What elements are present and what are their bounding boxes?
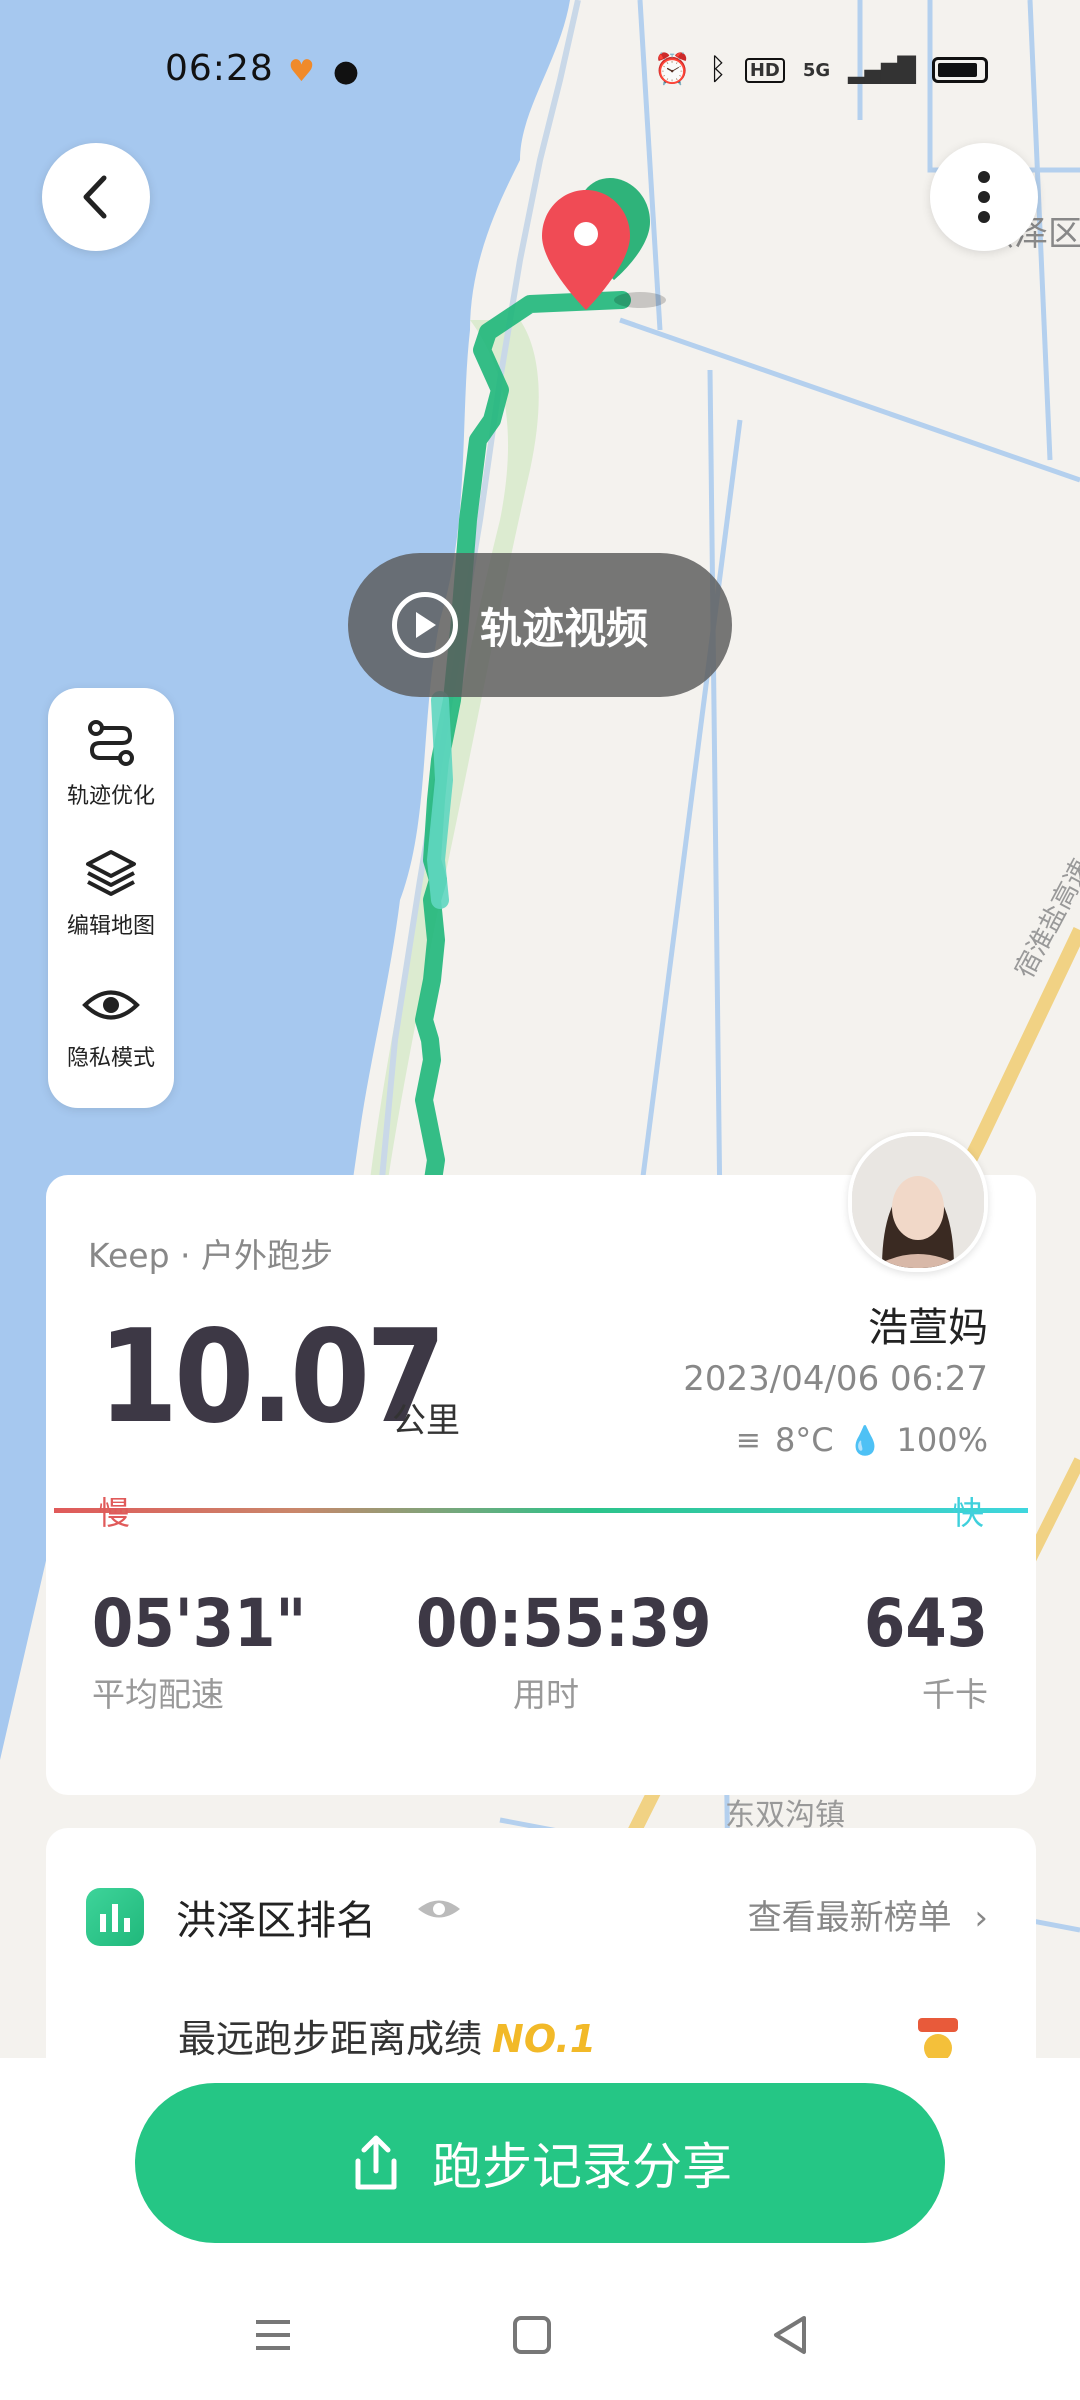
humidity: 100%: [896, 1421, 988, 1459]
ranking-link-label: 查看最新榜单: [747, 1898, 952, 1938]
stat-value: 00:55:39: [416, 1585, 712, 1662]
tool-edit-map[interactable]: 编辑地图: [48, 846, 174, 940]
health-icon: ♥: [288, 54, 315, 89]
back-button[interactable]: [42, 143, 150, 251]
more-vertical-icon: [978, 171, 990, 223]
battery-icon: [932, 57, 988, 83]
fast-label: 快: [951, 1494, 984, 1532]
layers-icon: [86, 850, 136, 896]
bluetooth-icon: ᛒ: [708, 52, 727, 87]
run-summary-card: Keep · 户外跑步 10.07 公里 浩萱妈 2023/04/06 06:2…: [46, 1175, 1036, 1795]
ranking-card[interactable]: 洪泽区排名 查看最新榜单 › 最远跑步距离成绩 NO.1: [46, 1828, 1036, 2088]
track-video-button[interactable]: 轨迹视频: [348, 553, 732, 697]
stat-duration: 00:55:39 用时: [416, 1585, 712, 1716]
track-video-label: 轨迹视频: [480, 603, 649, 653]
home-icon[interactable]: [507, 2310, 557, 2360]
fog-icon: ≡: [735, 1422, 761, 1458]
record-badge: NO.1: [492, 2017, 597, 2061]
alarm-icon: ⏰: [653, 52, 691, 87]
medal-icon: [918, 2018, 958, 2058]
avatar[interactable]: [848, 1132, 988, 1272]
more-options-button[interactable]: [930, 143, 1038, 251]
play-icon: [392, 592, 458, 658]
stat-avg-pace: 05'31" 平均配速: [92, 1585, 306, 1716]
share-run-button[interactable]: 跑步记录分享: [135, 2083, 945, 2243]
run-datetime: 2023/04/06 06:27: [683, 1359, 988, 1399]
view-latest-ranking-link[interactable]: 查看最新榜单 ›: [748, 1890, 988, 1939]
signal-icon: 5G: [802, 59, 831, 81]
map-toolbox: 轨迹优化 编辑地图 隐私模式: [48, 688, 174, 1108]
ranking-title: 洪泽区排名: [176, 1898, 376, 1944]
slow-label: 慢: [98, 1494, 131, 1532]
share-icon: [355, 2135, 397, 2190]
eye-icon: [82, 990, 140, 1020]
hd-icon: HD: [744, 57, 785, 83]
share-button-label: 跑步记录分享: [432, 2138, 732, 2196]
temperature: 8°C: [774, 1421, 834, 1459]
tool-label: 编辑地图: [66, 914, 155, 939]
chevron-right-icon: ›: [974, 1898, 988, 1938]
system-nav-bar: [0, 2290, 1080, 2380]
tool-privacy-mode[interactable]: 隐私模式: [48, 978, 174, 1072]
tool-label: 轨迹优化: [66, 784, 155, 809]
status-bar: 06:28 ♥ ● ⏰ ᛒ HD 5G ▂▄▆█: [0, 40, 1080, 100]
menu-icon[interactable]: [248, 2310, 298, 2360]
wechat-icon: ●: [332, 54, 360, 89]
distance-unit: 公里: [392, 1401, 460, 1441]
record-text: 最远跑步距离成绩: [178, 2017, 483, 2061]
signal-bars-icon: ▂▄▆█: [848, 56, 916, 84]
chevron-left-icon: [83, 175, 107, 219]
stat-label: 用时: [513, 1675, 579, 1714]
pace-gradient-bar: [54, 1508, 1028, 1513]
distance-value: 10.07: [98, 1303, 446, 1452]
tool-route-optimize[interactable]: 轨迹优化: [48, 716, 174, 810]
avatar-image: [852, 1136, 984, 1268]
weather-info: ≡ 8°C 💧 100%: [736, 1421, 988, 1459]
stat-value: 643: [864, 1585, 988, 1662]
stat-label: 平均配速: [92, 1675, 224, 1714]
bar-chart-icon: [86, 1888, 144, 1946]
route-icon: [88, 720, 134, 766]
tool-label: 隐私模式: [66, 1046, 155, 1071]
stat-value: 05'31": [92, 1585, 307, 1662]
stat-calories: 643 千卡: [864, 1585, 988, 1716]
route-track-end: [426, 691, 454, 909]
humidity-icon: 💧: [847, 1423, 883, 1457]
ranking-record: 最远跑步距离成绩 NO.1: [178, 2008, 596, 2063]
activity-source: Keep · 户外跑步: [88, 1236, 334, 1275]
visibility-eye-icon[interactable]: [416, 1894, 462, 1924]
user-name: 浩萱妈: [868, 1305, 988, 1351]
status-time: 06:28: [165, 48, 274, 89]
back-nav-icon[interactable]: [766, 2310, 816, 2360]
stat-label: 千卡: [922, 1675, 988, 1714]
